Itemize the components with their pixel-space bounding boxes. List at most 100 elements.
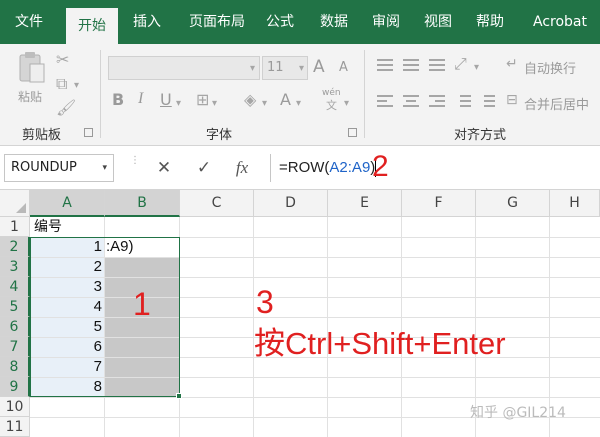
annotation-step-1: 1 bbox=[133, 286, 151, 322]
row-header-10[interactable]: 10 bbox=[0, 397, 30, 417]
column-header-e[interactable]: E bbox=[328, 190, 402, 217]
cell-a9-text: 8 bbox=[93, 378, 102, 395]
font-color-button[interactable]: A bbox=[280, 90, 291, 109]
row-header-1[interactable]: 1 bbox=[0, 217, 30, 237]
phonetic-guide-label[interactable]: wén bbox=[322, 88, 341, 98]
font-size-select[interactable]: 11 ▾ bbox=[262, 56, 308, 80]
font-size-value: 11 bbox=[267, 60, 284, 75]
enter-button[interactable]: ✓ bbox=[190, 156, 218, 180]
row-header-4[interactable]: 4 bbox=[0, 277, 30, 297]
name-box[interactable]: ROUNDUP ▾ bbox=[4, 154, 114, 182]
group-separator bbox=[100, 50, 101, 138]
align-middle-icon[interactable] bbox=[402, 58, 420, 72]
font-shrink-button[interactable]: A bbox=[339, 60, 348, 75]
paste-icon bbox=[19, 52, 45, 83]
font-launcher-icon[interactable] bbox=[348, 128, 357, 137]
tab-review[interactable]: 审阅 bbox=[364, 0, 408, 44]
gridline bbox=[179, 217, 180, 437]
formula-input[interactable]: =ROW(A2:A9) bbox=[270, 154, 600, 182]
align-right-icon[interactable] bbox=[428, 94, 446, 108]
tab-view[interactable]: 视图 bbox=[416, 0, 460, 44]
row-header-3[interactable]: 3 bbox=[0, 257, 30, 277]
tab-acrobat[interactable]: Acrobat bbox=[528, 0, 592, 44]
ribbon-tab-bar: 文件 开始 插入 页面布局 公式 数据 审阅 视图 帮助 Acrobat bbox=[0, 0, 600, 44]
borders-dropdown-icon[interactable]: ▾ bbox=[212, 96, 217, 112]
cell-b7[interactable] bbox=[105, 338, 179, 358]
merge-center-icon[interactable]: ⊟ bbox=[506, 92, 518, 108]
gridline bbox=[30, 397, 600, 398]
copy-dropdown-icon[interactable]: ▾ bbox=[74, 78, 79, 94]
column-header-g[interactable]: G bbox=[476, 190, 550, 217]
column-header-d[interactable]: D bbox=[254, 190, 328, 217]
paste-label: 粘贴 bbox=[18, 90, 43, 104]
insert-function-button[interactable]: fx bbox=[228, 156, 256, 180]
cell-b3[interactable] bbox=[105, 258, 179, 278]
align-center-icon[interactable] bbox=[402, 94, 420, 108]
font-family-select[interactable]: ▾ bbox=[108, 56, 260, 80]
annotation-step-2: 2 bbox=[372, 150, 389, 183]
underline-button[interactable]: U bbox=[160, 90, 172, 109]
font-grow-button[interactable]: A bbox=[313, 57, 325, 77]
cell-a2-text: 1 bbox=[93, 238, 102, 255]
clipboard-launcher-icon[interactable] bbox=[84, 128, 93, 137]
borders-icon[interactable]: ⊞ bbox=[196, 92, 209, 108]
tab-insert[interactable]: 插入 bbox=[124, 0, 170, 44]
tab-help[interactable]: 帮助 bbox=[468, 0, 512, 44]
column-header-c[interactable]: C bbox=[180, 190, 254, 217]
merge-center-button[interactable]: 合并后居中 bbox=[524, 94, 589, 113]
italic-button[interactable]: I bbox=[138, 90, 143, 108]
tab-file[interactable]: 文件 bbox=[6, 0, 52, 44]
paste-button[interactable]: 粘贴 bbox=[12, 50, 52, 108]
row-header-6[interactable]: 6 bbox=[0, 317, 30, 337]
cell-a4-text: 3 bbox=[93, 278, 102, 295]
tab-home[interactable]: 开始 bbox=[66, 8, 118, 44]
orientation-dropdown-icon[interactable]: ▾ bbox=[474, 60, 479, 76]
gridline bbox=[104, 217, 105, 437]
chevron-down-icon: ▾ bbox=[102, 163, 107, 173]
gridline bbox=[30, 317, 600, 318]
cell-b8[interactable] bbox=[105, 358, 179, 378]
align-top-icon[interactable] bbox=[376, 58, 394, 72]
tab-data[interactable]: 数据 bbox=[312, 0, 356, 44]
row-header-2[interactable]: 2 bbox=[0, 237, 30, 257]
orientation-icon[interactable]: ⤢ bbox=[454, 56, 467, 72]
decrease-indent-icon[interactable] bbox=[454, 94, 472, 108]
fill-handle[interactable] bbox=[176, 393, 182, 399]
wrap-text-icon[interactable]: ↵ bbox=[506, 56, 518, 72]
format-painter-icon[interactable]: 🖌 bbox=[56, 100, 76, 116]
font-color-dropdown-icon[interactable]: ▾ bbox=[296, 96, 301, 112]
increase-indent-icon[interactable] bbox=[478, 94, 496, 108]
fill-color-icon[interactable]: ◈ bbox=[244, 92, 256, 108]
underline-dropdown-icon[interactable]: ▾ bbox=[176, 96, 181, 112]
bold-button[interactable]: B bbox=[112, 90, 124, 109]
column-header-h[interactable]: H bbox=[550, 190, 600, 217]
phonetic-dropdown-icon[interactable]: ▾ bbox=[344, 96, 349, 112]
row-header-5[interactable]: 5 bbox=[0, 297, 30, 317]
align-left-icon[interactable] bbox=[376, 94, 394, 108]
row-header-9[interactable]: 9 bbox=[0, 377, 30, 397]
annotation-instruction: 按Ctrl+Shift+Enter bbox=[254, 326, 506, 361]
cancel-button[interactable]: ✕ bbox=[150, 156, 178, 180]
gridline bbox=[30, 377, 600, 378]
column-header-b[interactable]: B bbox=[105, 190, 180, 217]
select-all-corner[interactable] bbox=[0, 190, 30, 217]
copy-icon[interactable]: ⧉ bbox=[56, 76, 67, 92]
row-header-8[interactable]: 8 bbox=[0, 357, 30, 377]
wrap-text-button[interactable]: 自动换行 bbox=[524, 58, 576, 77]
fill-color-dropdown-icon[interactable]: ▾ bbox=[262, 96, 267, 112]
row-header-7[interactable]: 7 bbox=[0, 337, 30, 357]
column-header-f[interactable]: F bbox=[402, 190, 476, 217]
tab-page-layout[interactable]: 页面布局 bbox=[180, 0, 254, 44]
phonetic-guide-icon[interactable]: 文 bbox=[326, 98, 337, 114]
formula-prefix: =ROW( bbox=[279, 159, 330, 176]
row-header-11[interactable]: 11 bbox=[0, 417, 30, 437]
cut-icon[interactable]: ✂ bbox=[56, 52, 69, 68]
cell-a8-text: 7 bbox=[93, 358, 102, 375]
cell-b9[interactable] bbox=[105, 378, 179, 398]
worksheet-grid[interactable]: A B C D E F G H 1 2 3 4 5 6 7 8 9 10 11 … bbox=[0, 190, 600, 437]
watermark: 知乎 @GIL214 bbox=[470, 405, 566, 421]
align-bottom-icon[interactable] bbox=[428, 58, 446, 72]
gridline bbox=[30, 297, 600, 298]
column-header-a[interactable]: A bbox=[30, 190, 105, 217]
tab-formulas[interactable]: 公式 bbox=[258, 0, 302, 44]
